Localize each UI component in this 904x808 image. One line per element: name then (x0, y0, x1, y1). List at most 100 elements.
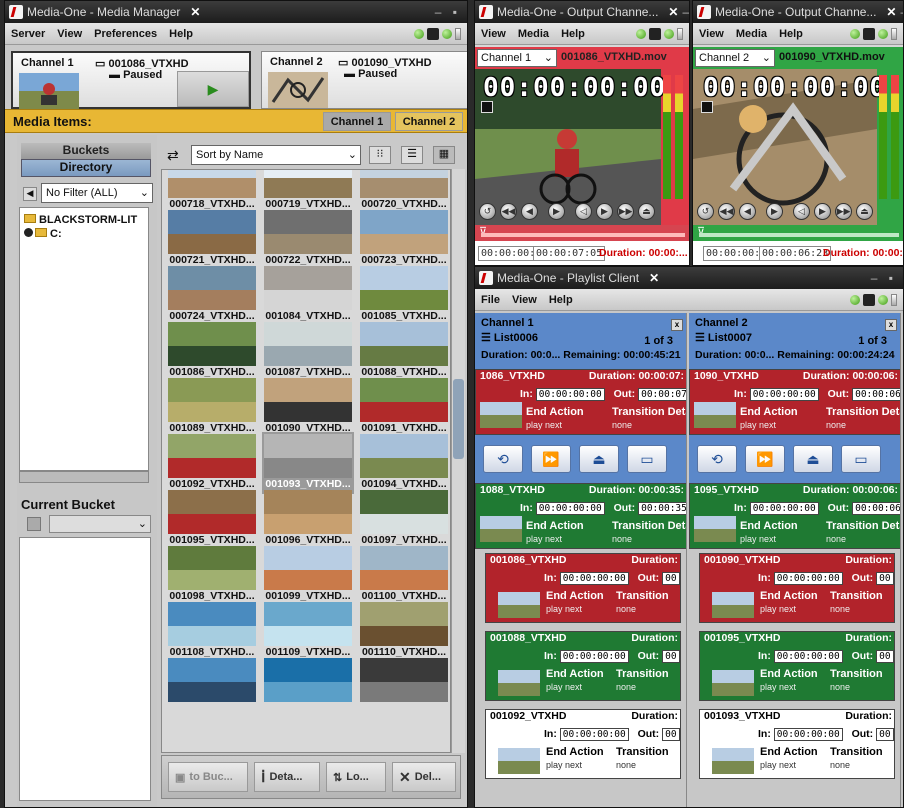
loop-button[interactable]: ↺ (479, 203, 496, 220)
media-item[interactable]: 001092_VTXHD... (166, 432, 258, 494)
media-item[interactable]: 001100_VTXHD... (358, 544, 450, 606)
step-forward-button[interactable]: ▶ (596, 203, 613, 220)
media-item[interactable]: 001091_VTXHD... (358, 376, 450, 438)
out-point-field[interactable]: 00:00:07:0 (638, 388, 686, 401)
delete-button[interactable]: ✕ Del... (392, 762, 456, 792)
window-controls-icon[interactable]: ‒ (682, 5, 689, 19)
refresh-icon[interactable]: ⇄ (167, 147, 179, 164)
media-item[interactable]: 001109_VTXHD... (262, 600, 354, 662)
media-item[interactable]: 001097_VTXHD... (358, 488, 450, 550)
playlist-item[interactable]: 1088_VTXHD Duration: 00:00:35: In: 00:00:0… (475, 483, 686, 549)
in-point-field[interactable]: 00:00:00:00 (535, 388, 605, 401)
skip-button[interactable]: ⏩ (531, 445, 571, 473)
out-point[interactable]: 00:00:07:05 (533, 246, 606, 261)
channel-select[interactable]: Channel 2 ⌄ (695, 49, 775, 67)
output-titlebar[interactable]: Media-One - Output Channe... ✕ ‒ (693, 1, 903, 23)
rewind-button[interactable]: ◀◀ (500, 203, 517, 220)
playlist-item[interactable]: 001095_VTXHD Duration: In: 00:00:00:00 Out… (699, 631, 895, 701)
menu-help[interactable]: Help (549, 294, 573, 306)
playlist-item[interactable]: 001093_VTXHD Duration: In: 00:00:00:00 Out… (699, 709, 895, 779)
media-item[interactable]: 001090_VTXHD... (262, 376, 354, 438)
media-item[interactable]: 001087_VTXHD... (262, 320, 354, 382)
grid-view-large-icon[interactable]: ▦ (433, 146, 455, 164)
in-point-field[interactable]: 00:00:00:00 (749, 502, 819, 515)
in-point-field[interactable]: 00:00:00:00 (559, 572, 629, 585)
media-manager-titlebar[interactable]: Media-One - Media Manager ✕ ‒ ▪ (5, 1, 467, 23)
out-point-field[interactable]: 00 (876, 572, 894, 585)
in-point-field[interactable]: 00:00:00:00 (773, 650, 843, 663)
close-icon[interactable]: x (885, 319, 897, 331)
tree-scrollbar[interactable] (19, 471, 149, 483)
close-icon[interactable]: ✕ (886, 5, 896, 19)
playlist-item[interactable]: 001088_VTXHD Duration: In: 00:00:00:00 Out… (485, 631, 681, 701)
in-point-field[interactable]: 00:00:00:00 (773, 572, 843, 585)
bucket-select[interactable]: ⌄ (49, 515, 151, 533)
media-item[interactable]: 000722_VTXHD... (262, 208, 354, 270)
playlist-titlebar[interactable]: Media-One - Playlist Client ✕ ‒ ▪ (475, 267, 903, 289)
out-point-field[interactable]: 00:00:06:2 (852, 388, 900, 401)
media-item[interactable]: 001086_VTXHD... (166, 320, 258, 382)
fast-forward-button[interactable]: ▶▶ (617, 203, 634, 220)
step-back-button[interactable]: ◀ (739, 203, 756, 220)
grid-view-small-icon[interactable]: ⁝⁝ (369, 146, 391, 164)
menu-media[interactable]: Media (736, 28, 767, 40)
step-forward-button[interactable]: ▶ (814, 203, 831, 220)
eject-button[interactable]: ⏏ (793, 445, 833, 473)
play-button[interactable]: ▶ (177, 71, 249, 107)
playlist-item[interactable]: 1090_VTXHD Duration: 00:00:06: In: 00:00:0… (689, 369, 900, 435)
play-button[interactable]: ▶ (766, 203, 783, 220)
repeat-button[interactable]: ⟲ (483, 445, 523, 473)
menu-view[interactable]: View (512, 294, 537, 306)
media-item[interactable]: 000724_VTXHD... (166, 264, 258, 326)
close-icon[interactable]: ✕ (649, 271, 659, 285)
media-item[interactable]: 001094_VTXHD... (358, 432, 450, 494)
menu-media[interactable]: Media (518, 28, 549, 40)
out-point-field[interactable]: 00:00:35:0 (638, 502, 686, 515)
out-point-field[interactable]: 00:00:06:2 (852, 502, 900, 515)
tree-item-c-drive[interactable]: C: (24, 228, 62, 240)
grid-scrollbar[interactable] (451, 169, 465, 753)
close-icon[interactable]: ✕ (190, 5, 200, 19)
tab-directory[interactable]: Directory (21, 159, 151, 177)
menu-view[interactable]: View (57, 28, 82, 40)
play-button[interactable]: ▶ (548, 203, 565, 220)
channel-1-status[interactable]: Channel 1 ▭ 001086_VTXHD ▬ Paused ▶ (11, 51, 251, 109)
tab-channel-1[interactable]: Channel 1 (323, 112, 391, 131)
media-item[interactable]: 000721_VTXHD... (166, 208, 258, 270)
skip-button[interactable]: ⏩ (745, 445, 785, 473)
playlist-item[interactable]: 001086_VTXHD Duration: In: 00:00:00:00 Out… (485, 553, 681, 623)
menu-help[interactable]: Help (561, 28, 585, 40)
media-item[interactable]: 001088_VTXHD... (358, 320, 450, 382)
add-to-bucket-button[interactable]: ▣ to Buc... (168, 762, 248, 792)
fast-forward-button[interactable]: ▶▶ (835, 203, 852, 220)
in-point-field[interactable]: 00:00:00:00 (749, 388, 819, 401)
goto-start-button[interactable]: ◁ (793, 203, 810, 220)
playlist-item[interactable]: 001092_VTXHD Duration: In: 00:00:00:00 Out… (485, 709, 681, 779)
in-point-field[interactable]: 00:00:00:00 (559, 650, 629, 663)
load-button[interactable]: ⇅ Lo... (326, 762, 386, 792)
media-item[interactable] (262, 656, 354, 718)
eject-button[interactable]: ⏏ (638, 203, 655, 220)
menu-preferences[interactable]: Preferences (94, 28, 157, 40)
menu-help[interactable]: Help (779, 28, 803, 40)
media-item[interactable]: 001084_VTXHD... (262, 264, 354, 326)
list-view-icon[interactable]: ☰ (401, 146, 423, 164)
step-back-button[interactable]: ◀ (521, 203, 538, 220)
media-item[interactable]: 001096_VTXHD... (262, 488, 354, 550)
window-controls-icon[interactable]: ‒ (900, 5, 903, 19)
out-point-field[interactable]: 00 (876, 728, 894, 741)
menu-file[interactable]: File (481, 294, 500, 306)
speaker-icon[interactable]: ◀ (23, 187, 37, 201)
playlist-item[interactable]: 001090_VTXHD Duration: In: 00:00:00:00 Out… (699, 553, 895, 623)
close-icon[interactable]: ✕ (668, 5, 678, 19)
media-item[interactable]: 001089_VTXHD... (166, 376, 258, 438)
media-item[interactable]: 001098_VTXHD... (166, 544, 258, 606)
in-point-field[interactable]: 00:00:00:00 (535, 502, 605, 515)
scroll-thumb[interactable] (453, 379, 464, 459)
details-button[interactable]: ⅰ Deta... (254, 762, 320, 792)
eject-button[interactable]: ⏏ (856, 203, 873, 220)
channel-2-status[interactable]: Channel 2 ▭ 001090_VTXHD ▬ Paused (261, 51, 467, 109)
out-point-field[interactable]: 00 (876, 650, 894, 663)
media-item[interactable]: 001095_VTXHD... (166, 488, 258, 550)
window-controls-icon[interactable]: ‒ ▪ (871, 271, 903, 285)
